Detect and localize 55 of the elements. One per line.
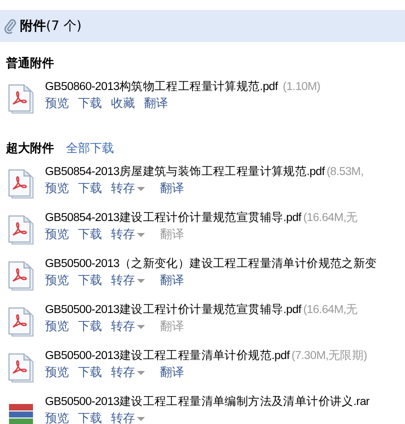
action-link[interactable]: 翻译: [160, 273, 184, 288]
download-all-link[interactable]: 全部下载: [66, 140, 114, 156]
dropdown-link[interactable]: 转存: [111, 227, 145, 242]
action-link[interactable]: 下载: [78, 365, 102, 380]
file-name[interactable]: GB50500-2013建设工程工程量清单计价规范.pdf: [45, 348, 290, 363]
pdf-file-icon: [7, 168, 35, 200]
action-link[interactable]: 下载: [78, 227, 102, 242]
pdf-file-icon: [7, 352, 35, 384]
file-name[interactable]: GB50500-2013（之新变化）建设工程工程量清单计价规范之新变: [45, 256, 377, 271]
caret-icon: [137, 324, 145, 328]
action-link[interactable]: 下载: [78, 181, 102, 196]
action-link[interactable]: 预览: [45, 365, 69, 380]
pdf-file-icon: [7, 260, 35, 292]
action-link[interactable]: 下载: [78, 96, 102, 111]
caret-icon: [137, 370, 145, 374]
file-name[interactable]: GB50860-2013构筑物工程工程量计算规范.pdf: [45, 79, 278, 94]
caret-icon: [137, 232, 145, 236]
caret-icon: [137, 278, 145, 282]
file-size: (1.10M): [282, 80, 320, 92]
dropdown-link[interactable]: 转存: [111, 273, 145, 288]
action-link[interactable]: 预览: [45, 273, 69, 288]
file-size: (7.30M,无限期): [292, 348, 368, 363]
attachments-count: (7 个): [46, 18, 82, 35]
file-name[interactable]: GB50500-2013建设工程计价计量规范宣贯辅导.pdf: [45, 302, 302, 317]
file-name[interactable]: GB50500-2013建设工程工程量清单编制方法及清单计价讲义.rar: [45, 394, 370, 409]
section-title: 超大附件: [6, 140, 54, 156]
caret-icon: [137, 186, 145, 190]
pdf-file-icon: [7, 306, 35, 338]
action-link[interactable]: 下载: [78, 411, 102, 424]
dropdown-link[interactable]: 转存: [111, 181, 145, 196]
action-link[interactable]: 预览: [45, 411, 69, 424]
file-size: (16.64M,无: [303, 211, 358, 225]
file-name[interactable]: GB50854-2013房屋建筑与装饰工程工程量计算规范.pdf: [45, 164, 325, 179]
paperclip-icon: [4, 18, 17, 34]
pdf-file-icon: [7, 214, 35, 246]
action-link[interactable]: 预览: [45, 181, 69, 196]
action-link[interactable]: 下载: [78, 319, 102, 334]
action-link[interactable]: 预览: [45, 227, 69, 242]
dropdown-link[interactable]: 转存: [111, 411, 145, 424]
action-link[interactable]: 翻译: [160, 181, 184, 196]
file-size: (8.53M,: [326, 166, 364, 178]
caret-icon: [137, 416, 145, 420]
dropdown-link[interactable]: 转存: [111, 319, 145, 334]
action-link[interactable]: 预览: [45, 96, 69, 111]
action-link[interactable]: 下载: [78, 273, 102, 288]
file-name[interactable]: GB50854-2013建设工程计价计量规范宣贯辅导.pdf: [45, 210, 302, 225]
attachments-title: 附件: [20, 18, 46, 35]
dropdown-link[interactable]: 转存: [111, 365, 145, 380]
action-link[interactable]: 翻译: [144, 96, 168, 111]
action-link[interactable]: 预览: [45, 319, 69, 334]
pdf-file-icon: [7, 83, 35, 115]
section-title: 普通附件: [6, 54, 54, 72]
action-link[interactable]: 收藏: [111, 96, 135, 111]
file-size: (16.64M,无: [303, 303, 358, 317]
action-link[interactable]: 翻译: [160, 365, 184, 380]
